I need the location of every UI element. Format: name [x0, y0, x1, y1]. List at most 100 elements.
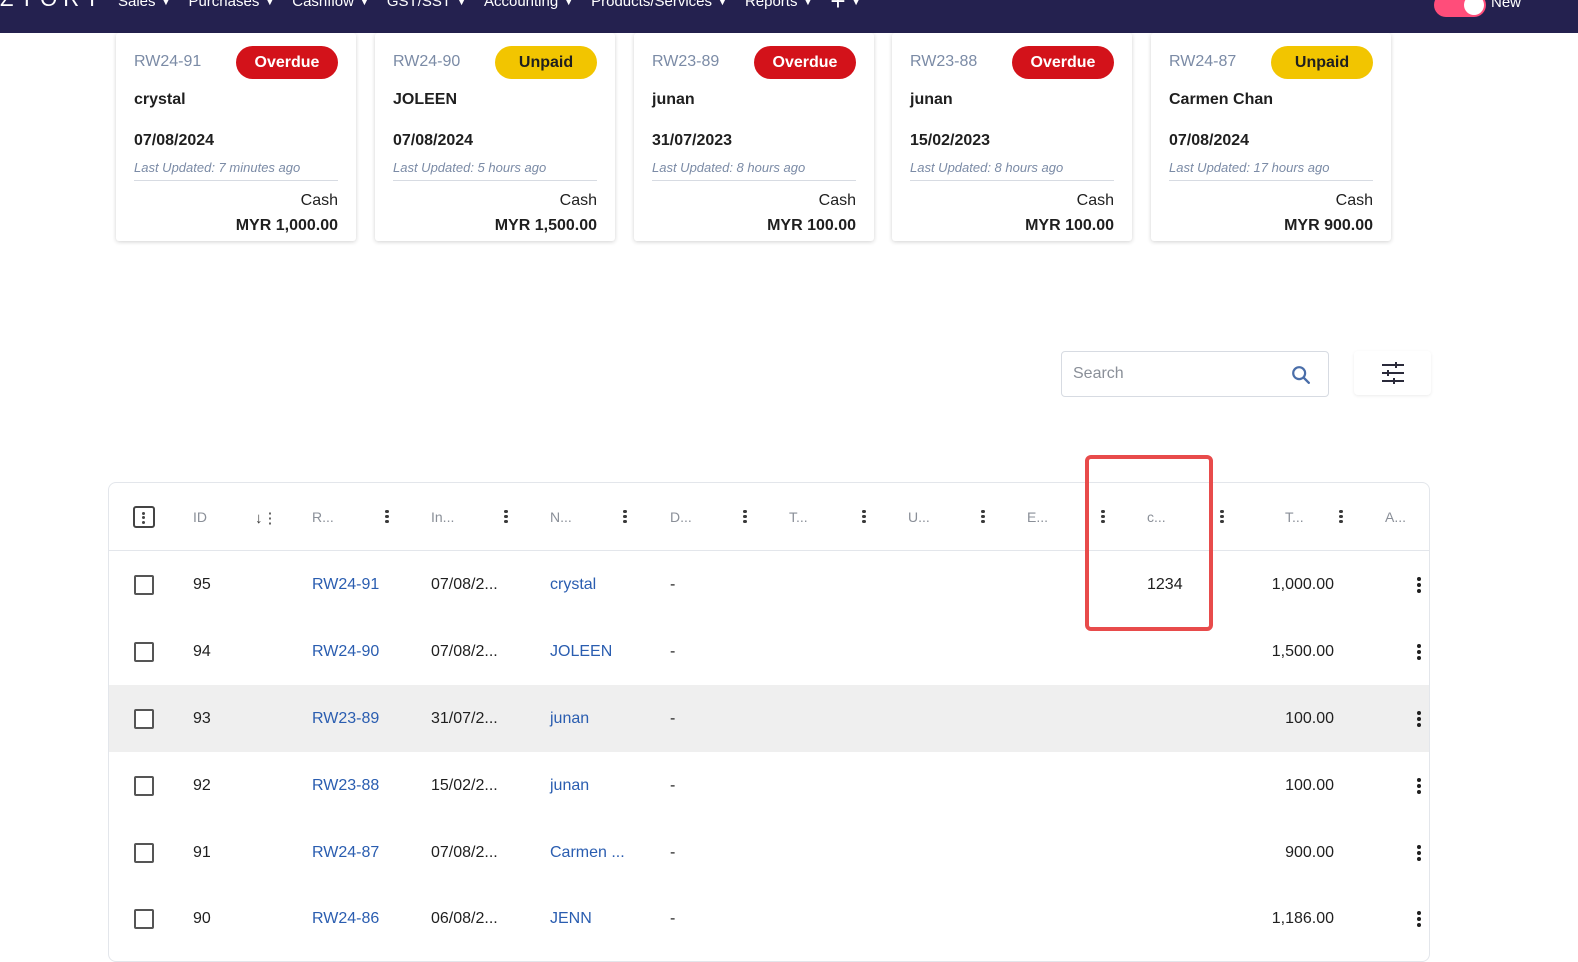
table-row[interactable]: 90 RW24-86 06/08/2... JENN - 1,186.00	[109, 885, 1429, 952]
column-header-id[interactable]: ID	[193, 509, 207, 525]
column-header-t[interactable]: T...	[789, 509, 808, 525]
toggle-label: New	[1491, 0, 1522, 11]
row-checkbox[interactable]	[134, 843, 154, 863]
cell-desc: -	[670, 643, 676, 660]
row-actions-icon[interactable]	[1415, 843, 1423, 865]
column-menu-icon[interactable]	[741, 508, 749, 526]
table-row[interactable]: 94 RW24-90 07/08/2... JOLEEN - 1,500.00	[109, 618, 1429, 685]
cell-name-link[interactable]: junan	[550, 777, 589, 795]
column-menu-icon[interactable]	[383, 508, 391, 526]
search-box	[1061, 351, 1329, 397]
cell-name-link[interactable]: junan	[550, 710, 589, 728]
column-menu-icon[interactable]	[1337, 508, 1345, 526]
cell-date: 06/08/2...	[431, 910, 498, 927]
row-actions-icon[interactable]	[1415, 909, 1423, 931]
card-amount: MYR 1,500.00	[494, 217, 597, 234]
invoice-card[interactable]: RW23-89 Overdue junan 31/07/2023 Last Up…	[634, 33, 874, 241]
plus-icon: +	[830, 0, 846, 16]
column-header-actions[interactable]: A...	[1385, 509, 1406, 525]
search-icon[interactable]	[1290, 364, 1312, 386]
card-last-updated: Last Updated: 8 hours ago	[910, 160, 1064, 175]
nav-item-purchases[interactable]: Purchases ▼	[188, 0, 274, 10]
status-badge: Unpaid	[495, 46, 597, 79]
table-row[interactable]: 95 RW24-91 07/08/2... crystal - 1234 1,0…	[109, 551, 1429, 618]
column-header-u[interactable]: U...	[908, 509, 930, 525]
cell-name-link[interactable]: Carmen ...	[550, 844, 625, 862]
cell-total: 1,000.00	[1271, 576, 1334, 593]
card-last-updated: Last Updated: 5 hours ago	[393, 160, 547, 175]
chevron-down-icon: ▼	[457, 0, 466, 7]
card-amount: MYR 1,000.00	[235, 217, 338, 234]
search-input[interactable]	[1073, 362, 1283, 386]
cell-ref-link[interactable]: RW23-89	[312, 710, 379, 728]
cell-id: 93	[193, 710, 211, 727]
chevron-down-icon: ▼	[851, 0, 861, 7]
column-header-name[interactable]: N...	[550, 509, 572, 525]
chevron-down-icon: ▼	[564, 0, 574, 7]
column-menu-icon[interactable]	[979, 508, 987, 526]
cell-ref-link[interactable]: RW23-88	[312, 777, 379, 795]
row-checkbox[interactable]	[134, 575, 154, 595]
column-header-ref[interactable]: R...	[312, 509, 334, 525]
invoice-card[interactable]: RW23-88 Overdue junan 15/02/2023 Last Up…	[892, 33, 1132, 241]
row-checkbox[interactable]	[134, 776, 154, 796]
table-header: ID ↓⋮ R... In... N... D... T... U... E..…	[109, 483, 1429, 551]
column-header-total[interactable]: T...	[1285, 509, 1304, 525]
nav-item-sales[interactable]: Sales ▼	[118, 0, 170, 10]
row-checkbox[interactable]	[134, 709, 154, 729]
chevron-down-icon: ▼	[803, 0, 813, 7]
nav-item-label: Products/Services	[591, 0, 713, 10]
row-checkbox[interactable]	[134, 642, 154, 662]
filter-settings-button[interactable]	[1354, 351, 1431, 395]
cell-name-link[interactable]: JOLEEN	[550, 643, 612, 661]
nav-item-reports[interactable]: Reports ▼	[745, 0, 812, 10]
status-badge: Unpaid	[1271, 46, 1373, 79]
cell-ref-link[interactable]: RW24-91	[312, 576, 379, 594]
card-divider	[652, 180, 856, 181]
column-header-desc[interactable]: D...	[670, 509, 692, 525]
sort-descending-icon[interactable]: ↓⋮	[255, 509, 278, 527]
nav-item-label: Accounting	[483, 0, 559, 10]
cell-ref-link[interactable]: RW24-90	[312, 643, 379, 661]
nav-item-gst-sst[interactable]: GST/SST ▼	[387, 0, 466, 10]
column-header-invoice-date[interactable]: In...	[431, 509, 454, 525]
column-menu-icon[interactable]	[1218, 508, 1226, 526]
card-date: 07/08/2024	[134, 132, 215, 149]
invoice-card[interactable]: RW24-90 Unpaid JOLEEN 07/08/2024 Last Up…	[375, 33, 615, 241]
cell-total: 100.00	[1285, 710, 1334, 727]
cell-date: 07/08/2...	[431, 643, 498, 660]
nav-item-label: Sales	[118, 0, 156, 10]
row-checkbox[interactable]	[134, 909, 154, 929]
cell-name-link[interactable]: crystal	[550, 576, 596, 594]
card-last-updated: Last Updated: 7 minutes ago	[134, 160, 301, 175]
invoice-card[interactable]: RW24-91 Overdue crystal 07/08/2024 Last …	[116, 33, 356, 241]
card-customer-name: JOLEEN	[393, 91, 458, 108]
card-last-updated: Last Updated: 17 hours ago	[1169, 160, 1330, 175]
column-menu-icon[interactable]	[502, 508, 510, 526]
column-header-e[interactable]: E...	[1027, 509, 1048, 525]
nav-item-accounting[interactable]: Accounting ▼	[484, 0, 573, 10]
row-actions-icon[interactable]	[1415, 575, 1423, 597]
column-menu-icon[interactable]	[860, 508, 868, 526]
card-number: RW23-88	[910, 53, 978, 70]
nav-item-products-services[interactable]: Products/Services ▼	[591, 0, 727, 10]
card-number: RW24-91	[134, 53, 202, 70]
table-row[interactable]: 91 RW24-87 07/08/2... Carmen ... - 900.0…	[109, 819, 1429, 886]
table-row[interactable]: 92 RW23-88 15/02/2... junan - 100.00	[109, 752, 1429, 819]
row-actions-icon[interactable]	[1415, 776, 1423, 798]
card-customer-name: junan	[652, 91, 695, 108]
cell-name-link[interactable]: JENN	[550, 910, 592, 928]
row-actions-icon[interactable]	[1415, 709, 1423, 731]
cell-ref-link[interactable]: RW24-86	[312, 910, 379, 928]
nav-item-cashflow[interactable]: Cashflow ▼	[292, 0, 369, 10]
brand-logo[interactable]: ZYORY	[0, 0, 105, 12]
invoice-card[interactable]: RW24-87 Unpaid Carmen Chan 07/08/2024 La…	[1151, 33, 1391, 241]
new-toggle-switch[interactable]	[1434, 0, 1486, 17]
cell-ref-link[interactable]: RW24-87	[312, 844, 379, 862]
column-menu-icon[interactable]	[621, 508, 629, 526]
cell-id: 90	[193, 910, 211, 927]
nav-item-add[interactable]: + ▼	[830, 0, 861, 16]
table-row[interactable]: 93 RW23-89 31/07/2... junan - 100.00	[109, 685, 1429, 752]
row-actions-icon[interactable]	[1415, 642, 1423, 664]
column-chooser-checkbox[interactable]	[133, 506, 155, 528]
